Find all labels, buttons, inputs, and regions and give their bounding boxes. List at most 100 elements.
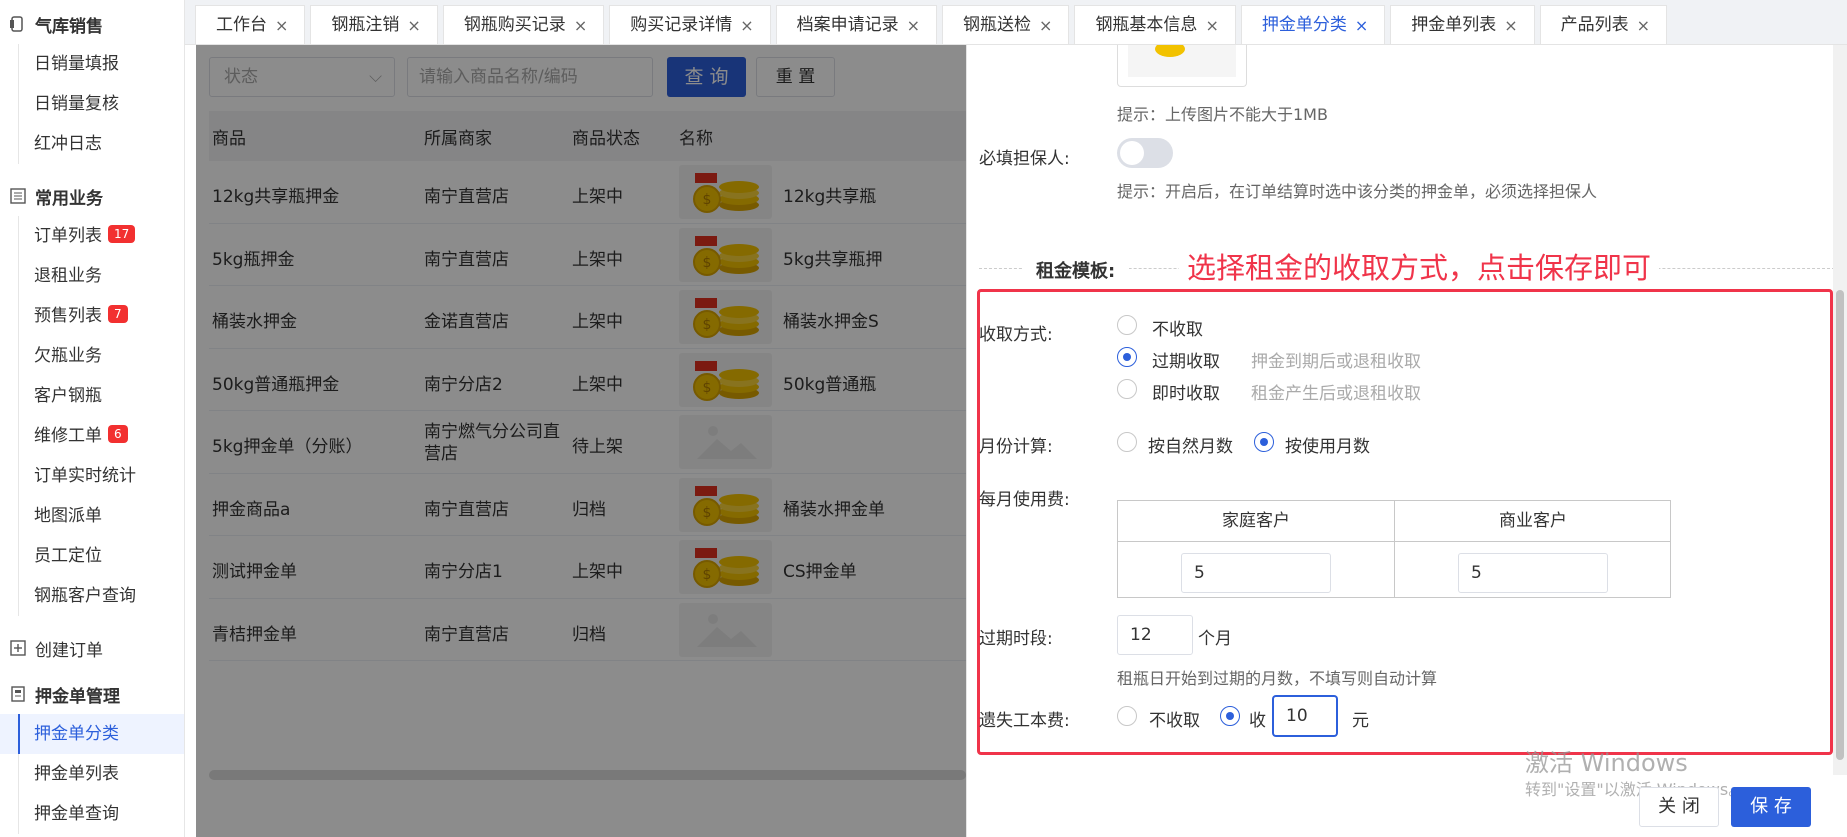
sidebar-item-realtime-stats[interactable]: 订单实时统计 (0, 456, 184, 496)
tab-purchase-detail[interactable]: 购买记录详情 × (609, 5, 771, 45)
sidebar-group-gas-sales[interactable]: 气库销售 (0, 4, 184, 44)
tab-bottle-info[interactable]: 钢瓶基本信息 × (1074, 5, 1236, 45)
sidebar-item-label: 员工定位 (34, 546, 102, 566)
close-icon[interactable]: × (740, 6, 753, 45)
tab-deposit-category[interactable]: 押金单分类 × (1240, 5, 1386, 45)
tab-label: 购买记录详情 (630, 14, 733, 35)
sidebar-item-label: 押金单分类 (34, 724, 119, 744)
sidebar-group-deposit-mgmt[interactable]: 押金单管理 (0, 674, 184, 714)
household-fee-input[interactable]: 5 (1181, 553, 1331, 593)
radio-loss-collect[interactable] (1220, 706, 1240, 726)
commercial-fee-input[interactable]: 5 (1458, 553, 1608, 593)
coin-image-icon (1155, 41, 1185, 57)
tab-label: 押金单分类 (1261, 14, 1347, 35)
sidebar-item-daily-sales-review[interactable]: 日销量复核 (0, 84, 184, 124)
sidebar-item-label: 退租业务 (34, 266, 102, 286)
sidebar-item-bottle-customer-query[interactable]: 钢瓶客户查询 (0, 576, 184, 616)
rent-template-title: 租金模板: (1022, 257, 1130, 283)
radio-natural-months[interactable] (1117, 432, 1137, 452)
scrollbar-thumb[interactable] (1836, 290, 1844, 760)
column-header-commercial: 商业客户 (1499, 511, 1567, 531)
vertical-scrollbar[interactable] (1833, 45, 1847, 775)
close-button[interactable]: 关 闭 (1639, 787, 1719, 827)
close-icon[interactable]: × (407, 6, 420, 45)
sidebar-item-repair-orders[interactable]: 维修工单 6 (0, 416, 184, 456)
sidebar-item-staff-location[interactable]: 员工定位 (0, 536, 184, 576)
tab-workbench[interactable]: 工作台 × (195, 5, 306, 45)
tab-label: 钢瓶基本信息 (1095, 14, 1198, 35)
sidebar-item-customer-bottles[interactable]: 客户钢瓶 (0, 376, 184, 416)
guarantor-hint: 提示：开启后，在订单结算时选中该分类的押金单，必须选择担保人 (1117, 182, 1598, 201)
radio-label: 收 (1249, 711, 1266, 731)
close-icon[interactable]: × (275, 6, 288, 45)
monthly-fee-table: 家庭客户 商业客户 5 5 (1117, 500, 1671, 598)
tab-bottle-cancel[interactable]: 钢瓶注销 × (310, 5, 438, 45)
sidebar-item-red-flush-log[interactable]: 红冲日志 (0, 124, 184, 164)
tab-label: 押金单列表 (1411, 14, 1497, 35)
sidebar-group-create-order[interactable]: 创建订单 (0, 628, 184, 668)
modal-overlay[interactable] (196, 45, 966, 837)
sidebar-item-orders[interactable]: 订单列表 17 (0, 216, 184, 256)
expiry-months-input[interactable]: 12 (1117, 615, 1193, 655)
sidebar-item-label: 押金单列表 (34, 764, 119, 784)
radio-collect-immediately[interactable] (1117, 379, 1137, 399)
expiry-hint: 租瓶日开始到过期的月数，不填写则自动计算 (1117, 669, 1438, 688)
plus-square-icon (10, 640, 26, 656)
sidebar-group-label: 押金单管理 (35, 686, 120, 707)
upload-hint: 提示：上传图片不能大于1MB (1117, 105, 1328, 124)
radio-label: 按使用月数 (1285, 437, 1370, 457)
radio-collect-on-expiry[interactable] (1117, 347, 1137, 367)
app-root: 气库销售 日销量填报 日销量复核 红冲日志 常用业务 订单列表 17 退租业务 预… (0, 0, 1847, 837)
sidebar-item-label: 地图派单 (34, 506, 102, 526)
close-icon[interactable]: × (1039, 6, 1052, 45)
guarantor-toggle[interactable] (1117, 138, 1173, 168)
tab-label: 产品列表 (1560, 14, 1629, 35)
sidebar-group-common[interactable]: 常用业务 (0, 176, 184, 216)
tab-archive-requests[interactable]: 档案申请记录 × (775, 5, 938, 45)
document-icon (10, 686, 26, 702)
radio-usage-months[interactable] (1254, 432, 1274, 452)
count-badge: 7 (108, 305, 128, 323)
sidebar-item-deposit-query[interactable]: 押金单查询 (0, 794, 184, 834)
sidebar-item-label: 日销量填报 (34, 54, 119, 74)
sidebar-item-label: 订单实时统计 (34, 466, 136, 486)
column-header-household: 家庭客户 (1222, 511, 1290, 531)
count-badge: 17 (108, 225, 136, 243)
close-icon[interactable]: × (1504, 6, 1517, 45)
tab-product-list[interactable]: 产品列表 × (1539, 5, 1668, 45)
toggle-knob (1120, 141, 1144, 165)
loss-fee-label: 遗失工本费: (979, 711, 1070, 731)
sidebar-item-owed-bottles[interactable]: 欠瓶业务 (0, 336, 184, 376)
count-badge: 6 (108, 425, 128, 443)
loss-fee-input[interactable]: 10 (1273, 696, 1337, 736)
phone-icon (10, 16, 26, 32)
tab-deposit-list[interactable]: 押金单列表 × (1390, 5, 1535, 45)
tab-bottle-inspection[interactable]: 钢瓶送检 × (942, 5, 1070, 45)
close-icon[interactable]: × (1637, 6, 1650, 45)
radio-loss-no-collect[interactable] (1117, 706, 1137, 726)
radio-no-collect[interactable] (1117, 315, 1137, 335)
tab-label: 钢瓶注销 (331, 14, 400, 35)
sidebar-group-label: 创建订单 (35, 640, 103, 661)
expiry-unit: 个月 (1198, 629, 1232, 649)
close-icon[interactable]: × (1205, 6, 1218, 45)
sidebar-group-label: 常用业务 (35, 188, 103, 209)
sidebar-item-map-dispatch[interactable]: 地图派单 (0, 496, 184, 536)
close-icon[interactable]: × (907, 6, 920, 45)
sidebar-item-deposit-list[interactable]: 押金单列表 (0, 754, 184, 794)
sidebar-item-presale[interactable]: 预售列表 7 (0, 296, 184, 336)
tab-bottle-purchase-records[interactable]: 钢瓶购买记录 × (442, 5, 605, 45)
close-icon[interactable]: × (574, 6, 587, 45)
sidebar-item-label: 订单列表 (34, 226, 102, 246)
radio-label: 过期收取 (1152, 352, 1220, 372)
image-upload-preview[interactable] (1117, 41, 1247, 87)
save-button[interactable]: 保 存 (1731, 787, 1811, 827)
radio-label: 即时收取 (1152, 384, 1220, 404)
sidebar-item-daily-sales-entry[interactable]: 日销量填报 (0, 44, 184, 84)
sidebar-item-deposit-category[interactable]: 押金单分类 (0, 714, 184, 754)
close-icon[interactable]: × (1355, 6, 1368, 45)
sidebar-item-return-rent[interactable]: 退租业务 (0, 256, 184, 296)
sidebar-item-label: 日销量复核 (34, 94, 119, 114)
month-calc-label: 月份计算: (979, 437, 1053, 457)
tab-label: 钢瓶购买记录 (463, 14, 566, 35)
